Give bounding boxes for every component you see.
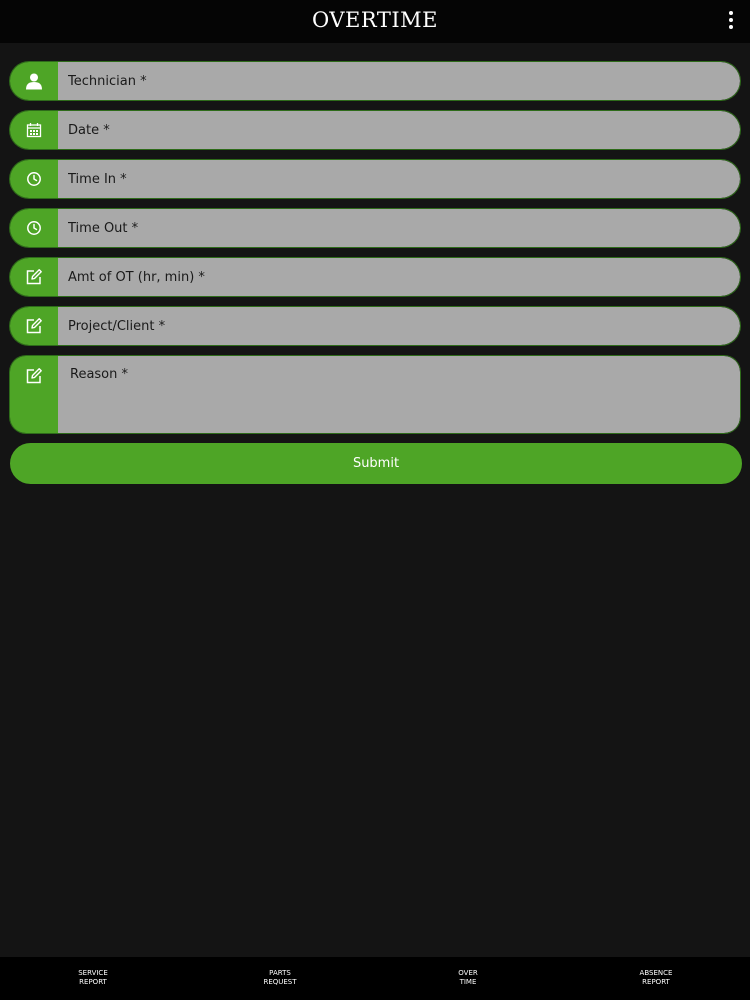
tab-label-line: SERVICE xyxy=(78,969,108,977)
technician-input[interactable] xyxy=(58,62,740,100)
user-icon xyxy=(10,62,58,100)
technician-field xyxy=(10,62,740,100)
submit-button[interactable]: Submit xyxy=(10,443,742,484)
clock-icon xyxy=(10,209,58,247)
tab-label-line: REQUEST xyxy=(263,978,297,986)
tab-label-line: REPORT xyxy=(642,978,670,986)
reason-field xyxy=(10,356,740,433)
bottom-tab-bar: SERVICE REPORT PARTS REQUEST OVER TIME A… xyxy=(0,957,750,1000)
page-title: OVERTIME xyxy=(312,8,438,32)
overtime-form: Submit xyxy=(10,62,742,484)
tab-service-report[interactable]: SERVICE REPORT xyxy=(33,969,153,987)
tab-absence-report[interactable]: ABSENCE REPORT xyxy=(596,969,716,987)
date-field xyxy=(10,111,740,149)
tab-label-line: TIME xyxy=(459,978,477,986)
project-client-field xyxy=(10,307,740,345)
tab-label-line: ABSENCE xyxy=(639,969,673,977)
tab-label-line: REPORT xyxy=(79,978,107,986)
tab-parts-request[interactable]: PARTS REQUEST xyxy=(220,969,340,987)
clock-icon xyxy=(10,160,58,198)
calendar-icon xyxy=(10,111,58,149)
amt-of-ot-input[interactable] xyxy=(58,258,740,296)
date-input[interactable] xyxy=(58,111,740,149)
amt-of-ot-field xyxy=(10,258,740,296)
time-out-field xyxy=(10,209,740,247)
project-client-input[interactable] xyxy=(58,307,740,345)
more-vertical-icon[interactable] xyxy=(724,11,738,31)
tab-label-line: OVER xyxy=(458,969,478,977)
app-header: OVERTIME xyxy=(0,0,750,43)
time-in-field xyxy=(10,160,740,198)
edit-icon xyxy=(10,258,58,296)
tab-overtime[interactable]: OVER TIME xyxy=(408,969,528,987)
reason-textarea[interactable] xyxy=(58,356,740,433)
time-in-input[interactable] xyxy=(58,160,740,198)
edit-icon xyxy=(10,356,58,433)
edit-icon xyxy=(10,307,58,345)
time-out-input[interactable] xyxy=(58,209,740,247)
tab-label-line: PARTS xyxy=(269,969,291,977)
